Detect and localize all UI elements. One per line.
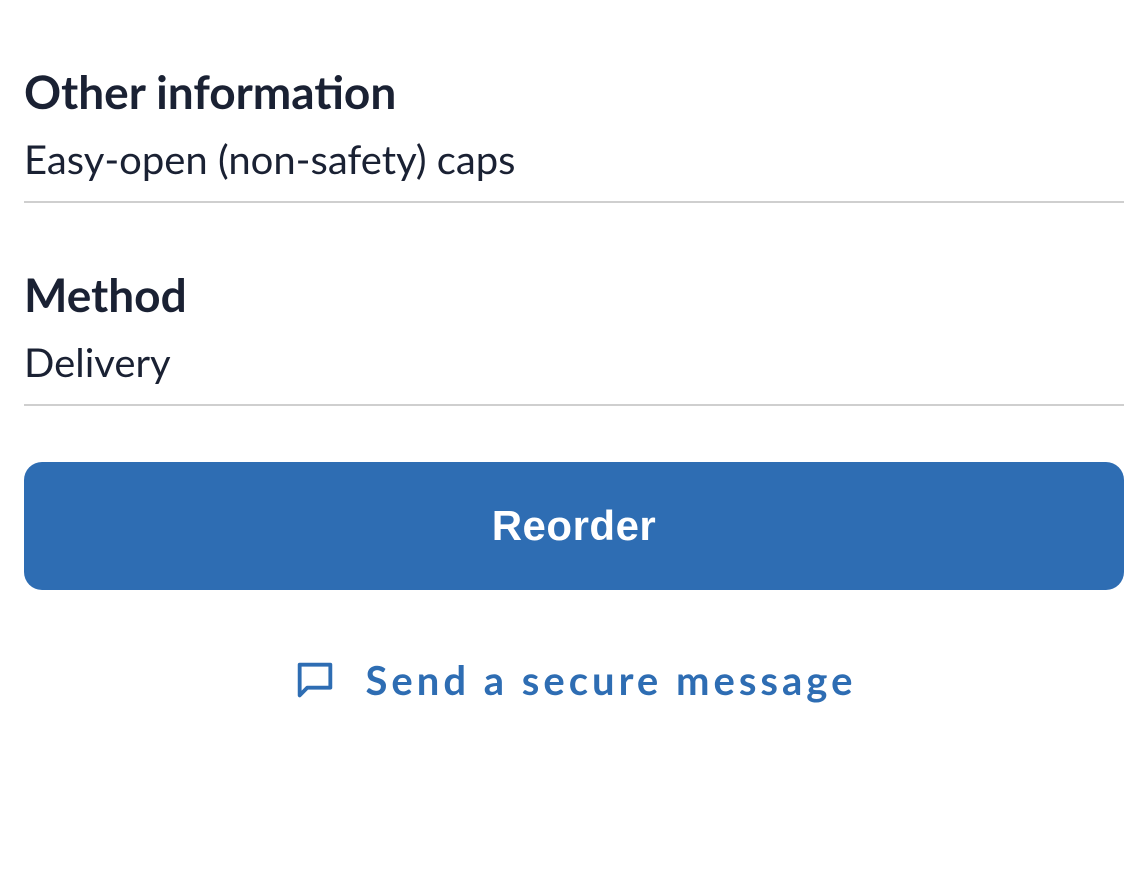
- chat-icon: [292, 657, 338, 703]
- method-title: Method: [24, 267, 1124, 322]
- method-value: Delivery: [24, 338, 1124, 386]
- other-information-title: Other information: [24, 64, 1124, 119]
- method-section: Method Delivery: [24, 203, 1124, 406]
- send-secure-message-label: Send a secure message: [366, 656, 857, 704]
- other-information-value: Easy-open (non-safety) caps: [24, 135, 1124, 183]
- send-secure-message-link[interactable]: Send a secure message: [24, 656, 1124, 704]
- other-information-section: Other information Easy-open (non-safety)…: [24, 0, 1124, 203]
- reorder-button[interactable]: Reorder: [24, 462, 1124, 590]
